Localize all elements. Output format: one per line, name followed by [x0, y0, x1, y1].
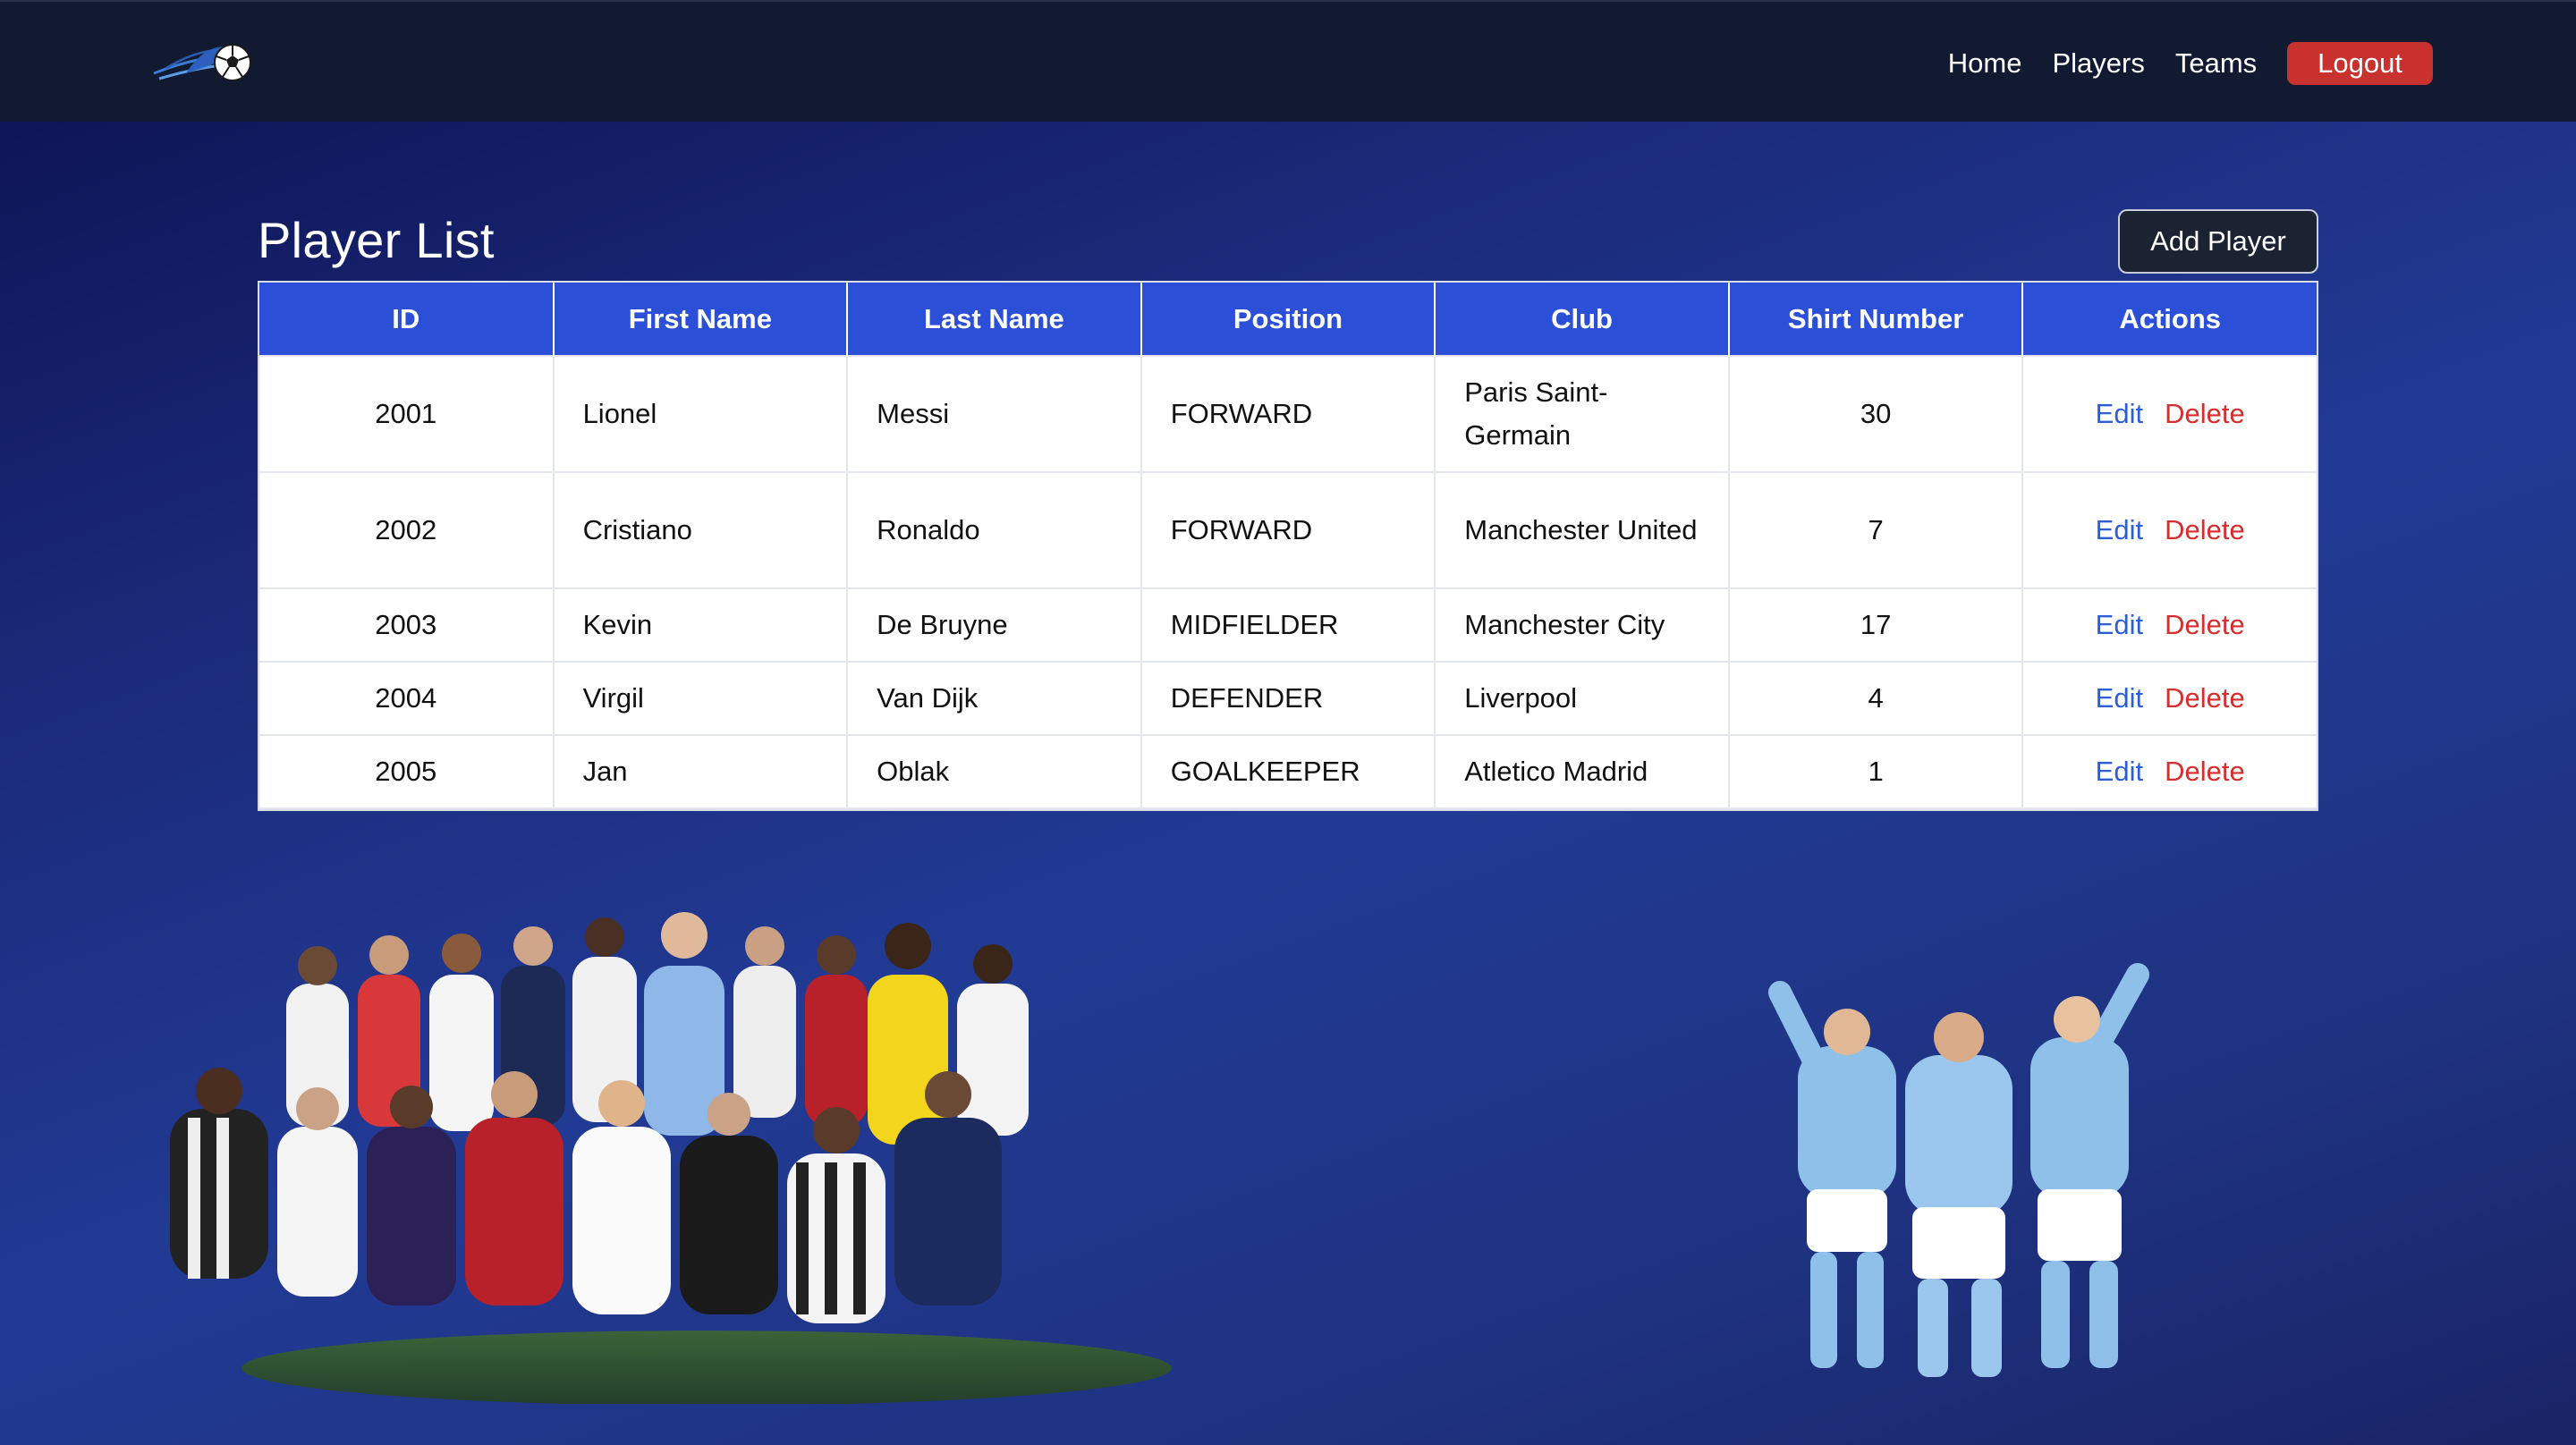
cell-id: 2003 — [259, 587, 555, 663]
cell-first-name: Jan — [552, 734, 849, 809]
edit-link[interactable]: Edit — [2096, 398, 2143, 429]
cell-first-name: Lionel — [552, 355, 849, 473]
cell-shirt-number: 17 — [1727, 587, 2024, 663]
column-header-position: Position — [1140, 283, 1436, 356]
edit-link[interactable]: Edit — [2096, 514, 2143, 545]
cell-first-name: Kevin — [552, 587, 849, 663]
cell-position: FORWARD — [1140, 355, 1436, 473]
nav-link-home[interactable]: Home — [1948, 47, 2022, 80]
cell-club: Manchester City — [1434, 587, 1730, 663]
table-row: 2002 Cristiano Ronaldo FORWARD Mancheste… — [259, 471, 2317, 589]
cell-position: MIDFIELDER — [1140, 587, 1436, 663]
cell-first-name: Virgil — [552, 661, 849, 736]
cell-club: Manchester United — [1434, 471, 1730, 589]
cell-id: 2005 — [259, 734, 555, 809]
delete-link[interactable]: Delete — [2165, 756, 2245, 787]
delete-link[interactable]: Delete — [2165, 514, 2245, 545]
cell-club: Liverpool — [1434, 661, 1730, 736]
cell-position: DEFENDER — [1140, 661, 1436, 736]
column-header-last-name: Last Name — [846, 283, 1142, 356]
cell-actions: Edit Delete — [2021, 734, 2317, 809]
cell-club: Atletico Madrid — [1434, 734, 1730, 809]
table-row: 2004 Virgil Van Dijk DEFENDER Liverpool … — [259, 661, 2317, 736]
celebrating-players-image — [1768, 963, 2149, 1377]
cell-last-name: Ronaldo — [846, 471, 1142, 589]
cell-position: FORWARD — [1140, 471, 1436, 589]
edit-link[interactable]: Edit — [2096, 756, 2143, 787]
edit-link[interactable]: Edit — [2096, 609, 2143, 640]
table-row: 2003 Kevin De Bruyne MIDFIELDER Manchest… — [259, 587, 2317, 663]
cell-shirt-number: 7 — [1727, 471, 2024, 589]
players-group-image — [170, 912, 1172, 1404]
player-table: ID First Name Last Name Position Club Sh… — [258, 281, 2318, 811]
soccer-ball-logo-icon[interactable] — [150, 38, 258, 88]
nav-links: Home Players Teams Logout — [1948, 41, 2433, 86]
navbar: Home Players Teams Logout — [0, 0, 2576, 122]
edit-link[interactable]: Edit — [2096, 682, 2143, 714]
add-player-button[interactable]: Add Player — [2118, 209, 2318, 274]
delete-link[interactable]: Delete — [2165, 609, 2245, 640]
cell-first-name: Cristiano — [552, 471, 849, 589]
cell-actions: Edit Delete — [2021, 355, 2317, 473]
column-header-shirt-number: Shirt Number — [1727, 283, 2024, 356]
cell-actions: Edit Delete — [2021, 587, 2317, 663]
table-row: 2005 Jan Oblak GOALKEEPER Atletico Madri… — [259, 734, 2317, 809]
cell-club: Paris Saint-Germain — [1434, 355, 1730, 473]
table-header-row: ID First Name Last Name Position Club Sh… — [259, 283, 2317, 356]
cell-last-name: Van Dijk — [846, 661, 1142, 736]
cell-last-name: De Bruyne — [846, 587, 1142, 663]
cell-last-name: Oblak — [846, 734, 1142, 809]
cell-id: 2004 — [259, 661, 555, 736]
cell-actions: Edit Delete — [2021, 471, 2317, 589]
cell-shirt-number: 4 — [1727, 661, 2024, 736]
cell-id: 2001 — [259, 355, 555, 473]
column-header-actions: Actions — [2021, 283, 2317, 356]
cell-id: 2002 — [259, 471, 555, 589]
table-row: 2001 Lionel Messi FORWARD Paris Saint-Ge… — [259, 355, 2317, 473]
cell-position: GOALKEEPER — [1140, 734, 1436, 809]
nav-link-players[interactable]: Players — [2052, 47, 2144, 80]
logout-button[interactable]: Logout — [2287, 42, 2433, 85]
cell-last-name: Messi — [846, 355, 1142, 473]
cell-actions: Edit Delete — [2021, 661, 2317, 736]
cell-shirt-number: 1 — [1727, 734, 2024, 809]
column-header-first-name: First Name — [552, 283, 849, 356]
delete-link[interactable]: Delete — [2165, 682, 2245, 714]
page-title: Player List — [258, 212, 495, 268]
cell-shirt-number: 30 — [1727, 355, 2024, 473]
delete-link[interactable]: Delete — [2165, 398, 2245, 429]
column-header-id: ID — [259, 283, 555, 356]
column-header-club: Club — [1434, 283, 1730, 356]
nav-link-teams[interactable]: Teams — [2175, 47, 2257, 80]
